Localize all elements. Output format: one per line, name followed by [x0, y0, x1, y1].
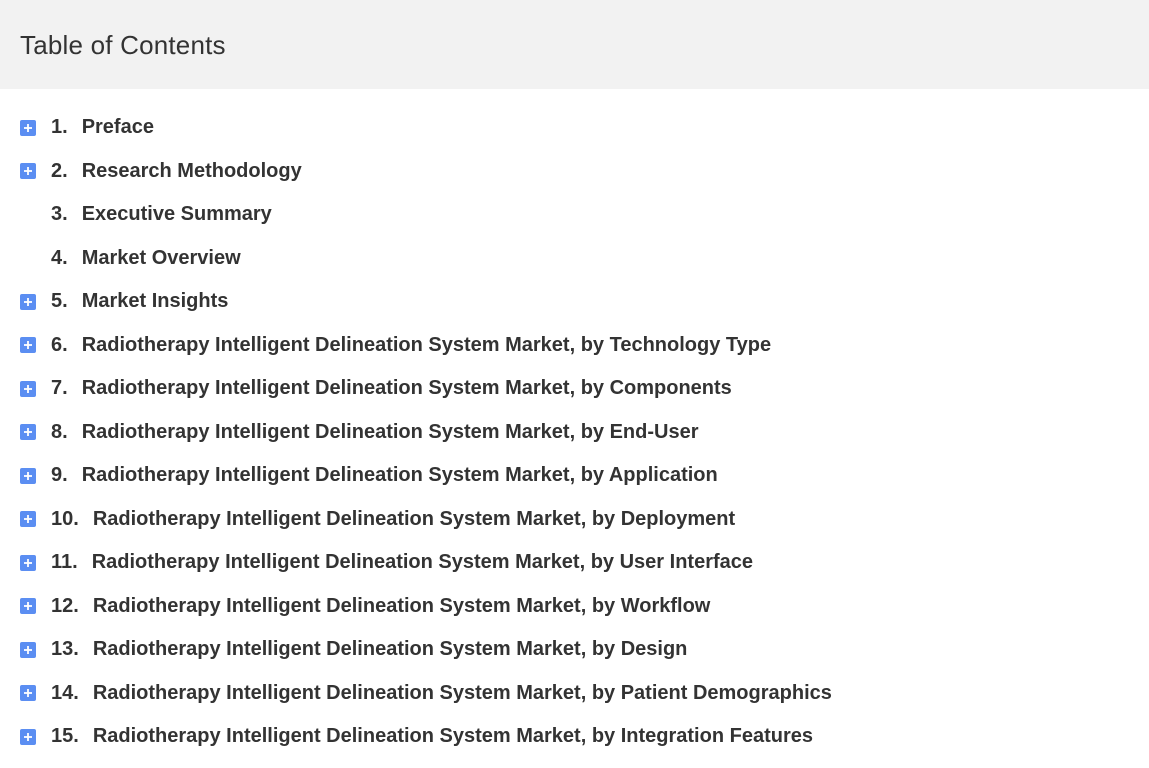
toc-item[interactable]: 9. Radiotherapy Intelligent Delineation S… — [0, 454, 1149, 498]
plus-square-icon[interactable] — [20, 554, 36, 571]
icon-spacer — [20, 207, 36, 223]
toc-item-label: Market Insights — [81, 290, 229, 313]
toc-item-label: Radiotherapy Intelligent Delineation Sys… — [92, 681, 832, 704]
toc-item[interactable]: 12. Radiotherapy Intelligent Delineation … — [0, 585, 1149, 629]
toc-item-label: Research Methodology — [81, 159, 302, 182]
toc-item-number: 8. — [51, 420, 68, 443]
toc-item-label: Radiotherapy Intelligent Delineation Sys… — [92, 507, 736, 530]
toc-list: 1. Preface 2. Research Methodology 3. Execu… — [0, 89, 1149, 759]
toc-item-number: 4. — [51, 246, 68, 269]
toc-item[interactable]: 15. Radiotherapy Intelligent Delineation … — [0, 715, 1149, 759]
toc-item-label: Executive Summary — [81, 203, 272, 226]
toc-item-label: Radiotherapy Intelligent Delineation Sys… — [81, 333, 772, 356]
toc-item-number: 12. — [51, 594, 79, 617]
toc-item-label: Radiotherapy Intelligent Delineation Sys… — [81, 420, 699, 443]
toc-item-number: 13. — [51, 638, 79, 661]
toc-header: Table of Contents — [0, 0, 1149, 89]
plus-square-icon[interactable] — [20, 163, 36, 180]
toc-item[interactable]: 11. Radiotherapy Intelligent Delineation … — [0, 541, 1149, 585]
toc-item-label: Radiotherapy Intelligent Delineation Sys… — [81, 464, 718, 487]
icon-spacer — [20, 250, 36, 266]
toc-item-label: Radiotherapy Intelligent Delineation Sys… — [81, 377, 732, 400]
toc-item-number: 6. — [51, 333, 68, 356]
toc-item[interactable]: 8. Radiotherapy Intelligent Delineation S… — [0, 411, 1149, 455]
toc-item-label: Radiotherapy Intelligent Delineation Sys… — [92, 594, 711, 617]
table-of-contents: Table of Contents 1. Preface 2. Research M… — [0, 0, 1149, 768]
plus-square-icon[interactable] — [20, 337, 36, 354]
toc-item-number: 2. — [51, 159, 68, 182]
plus-square-icon[interactable] — [20, 598, 36, 615]
toc-item-label: Market Overview — [81, 246, 241, 269]
plus-square-icon[interactable] — [20, 641, 36, 658]
toc-item-label: Preface — [81, 116, 154, 139]
toc-item-number: 11. — [51, 551, 78, 574]
page-title: Table of Contents — [20, 29, 226, 60]
toc-item[interactable]: 6. Radiotherapy Intelligent Delineation S… — [0, 324, 1149, 368]
plus-square-icon[interactable] — [20, 380, 36, 397]
toc-item[interactable]: 1. Preface — [0, 106, 1149, 150]
toc-item[interactable]: 7. Radiotherapy Intelligent Delineation S… — [0, 367, 1149, 411]
plus-square-icon[interactable] — [20, 119, 36, 136]
toc-item[interactable]: 5. Market Insights — [0, 280, 1149, 324]
toc-item-label: Radiotherapy Intelligent Delineation Sys… — [92, 638, 688, 661]
toc-item-label: Radiotherapy Intelligent Delineation Sys… — [91, 551, 754, 574]
toc-item-number: 14. — [51, 681, 79, 704]
toc-item-number: 1. — [51, 116, 68, 139]
toc-item-number: 7. — [51, 377, 68, 400]
toc-item-number: 9. — [51, 464, 68, 487]
toc-item[interactable]: 2. Research Methodology — [0, 150, 1149, 194]
plus-square-icon[interactable] — [20, 467, 36, 484]
toc-item-label: Radiotherapy Intelligent Delineation Sys… — [92, 725, 813, 748]
toc-item[interactable]: 10. Radiotherapy Intelligent Delineation … — [0, 498, 1149, 542]
toc-item-number: 15. — [51, 725, 79, 748]
toc-item-number: 10. — [51, 507, 79, 530]
plus-square-icon[interactable] — [20, 511, 36, 528]
toc-item[interactable]: 3. Executive Summary — [0, 193, 1149, 237]
plus-square-icon[interactable] — [20, 685, 36, 702]
toc-item-number: 3. — [51, 203, 68, 226]
plus-square-icon[interactable] — [20, 728, 36, 745]
toc-item[interactable]: 4. Market Overview — [0, 237, 1149, 281]
toc-item-number: 5. — [51, 290, 68, 313]
plus-square-icon[interactable] — [20, 293, 36, 310]
plus-square-icon[interactable] — [20, 424, 36, 441]
toc-item[interactable]: 13. Radiotherapy Intelligent Delineation … — [0, 628, 1149, 672]
toc-item[interactable]: 14. Radiotherapy Intelligent Delineation … — [0, 672, 1149, 716]
